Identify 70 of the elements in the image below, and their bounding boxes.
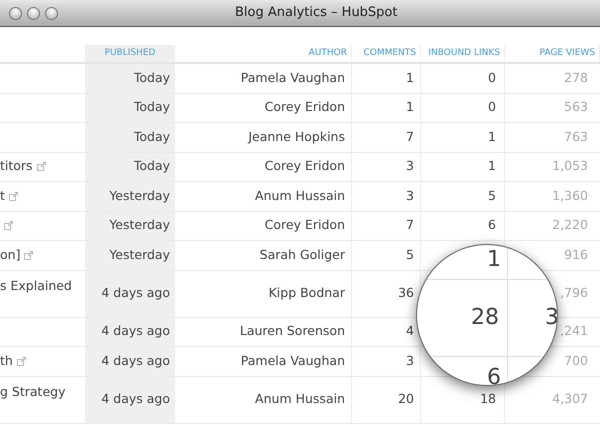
table-cell-text: Pamela Vaughan: [240, 68, 345, 87]
table-cell-text: Kipp Bodnar: [268, 284, 345, 302]
window-control-icon[interactable]: [27, 6, 40, 20]
table-cell-text: 0: [488, 98, 496, 116]
table-cell-text: Today: [134, 157, 170, 176]
table-cell-text: 20: [398, 390, 414, 408]
table-cell-text: Today: [134, 68, 170, 87]
table-cell-text: Corey Eridon: [264, 98, 345, 116]
magnified-number: 28: [471, 304, 499, 332]
table-cell-text: 1: [488, 128, 496, 146]
post-title[interactable]: g Strategy: [0, 382, 66, 402]
table-cell-text: Today: [134, 128, 170, 146]
post-title[interactable]: on]: [0, 246, 20, 265]
table-cell-text: 278: [564, 68, 588, 87]
table-cell-text: 7: [406, 128, 414, 146]
table-cell-text: 3: [406, 157, 414, 176]
table-cell-text: Corey Eridon: [264, 157, 345, 176]
table-cell-text: 0: [488, 68, 496, 87]
table-cell-text: 6: [488, 216, 496, 234]
table-cell-text: 4: [406, 322, 414, 340]
table-cell-text: Yesterday: [109, 216, 170, 234]
table-cell-text: Lauren Sorenson: [240, 322, 345, 340]
table-cell-text: 4 days ago: [101, 322, 170, 340]
table-cell-text: 5: [488, 186, 496, 205]
table-cell-text: Jeanne Hopkins: [248, 128, 345, 146]
table-cell-text: Today: [134, 98, 170, 116]
table-cell-text: 3: [406, 186, 414, 205]
post-title[interactable]: th: [0, 352, 13, 371]
post-title[interactable]: titors: [0, 157, 33, 176]
magnified-number: 3: [545, 304, 557, 332]
table-cell-text: Anum Hussain: [255, 390, 345, 408]
table-cell-text: 1: [406, 68, 414, 87]
table-cell-text: 563: [564, 98, 588, 116]
table-cell-text: 1: [488, 157, 496, 176]
post-title[interactable]: t: [0, 186, 5, 206]
table-cell-text: Pamela Vaughan: [240, 352, 345, 370]
magnified-number: 6: [487, 364, 501, 385]
table-cell-text: 7: [406, 216, 414, 234]
external-link-icon[interactable]: [36, 162, 46, 172]
table-cell-text: 4 days ago: [101, 390, 170, 408]
table-cell-text: 4 days ago: [101, 352, 170, 370]
window-control-icon[interactable]: [9, 6, 22, 20]
table-cell-text: 2,220: [552, 216, 588, 234]
table-cell-text: Corey Eridon: [264, 216, 345, 234]
external-link-icon[interactable]: [4, 221, 13, 230]
window-control-icon[interactable]: [45, 6, 58, 20]
table-cell-text: 1: [406, 98, 414, 116]
external-link-icon[interactable]: [16, 356, 26, 366]
table-cell-text: 4,307: [552, 390, 588, 408]
table-cell-text: 4 days ago: [101, 284, 170, 302]
table-cell-text: Sarah Goliger: [260, 246, 345, 264]
table-cell-text: 3: [406, 352, 414, 370]
magnified-number: 1: [487, 246, 501, 274]
table-cell-text: 18: [480, 390, 496, 408]
table-cell-text: Anum Hussain: [255, 186, 345, 205]
table-cell-text: 916: [564, 246, 588, 264]
external-link-icon[interactable]: [8, 192, 18, 201]
table-cell-text: 5: [406, 246, 414, 264]
table-cell-text: Yesterday: [109, 246, 170, 264]
table-cell-text: 763: [564, 128, 588, 146]
table-cell-text: 700: [564, 352, 588, 370]
table-cell-text: ,796: [560, 284, 588, 302]
table-cell-text: 36: [398, 284, 414, 302]
table-cell-text: 1,053: [552, 157, 588, 176]
table-cell-text: Yesterday: [109, 186, 170, 205]
window-title: Blog Analytics – HubSpot: [235, 4, 398, 22]
table-cell-text: ,241: [560, 322, 588, 340]
post-title[interactable]: s Explained: [0, 276, 72, 296]
table-cell-text: 1,360: [552, 186, 588, 205]
external-link-icon[interactable]: [24, 250, 34, 260]
